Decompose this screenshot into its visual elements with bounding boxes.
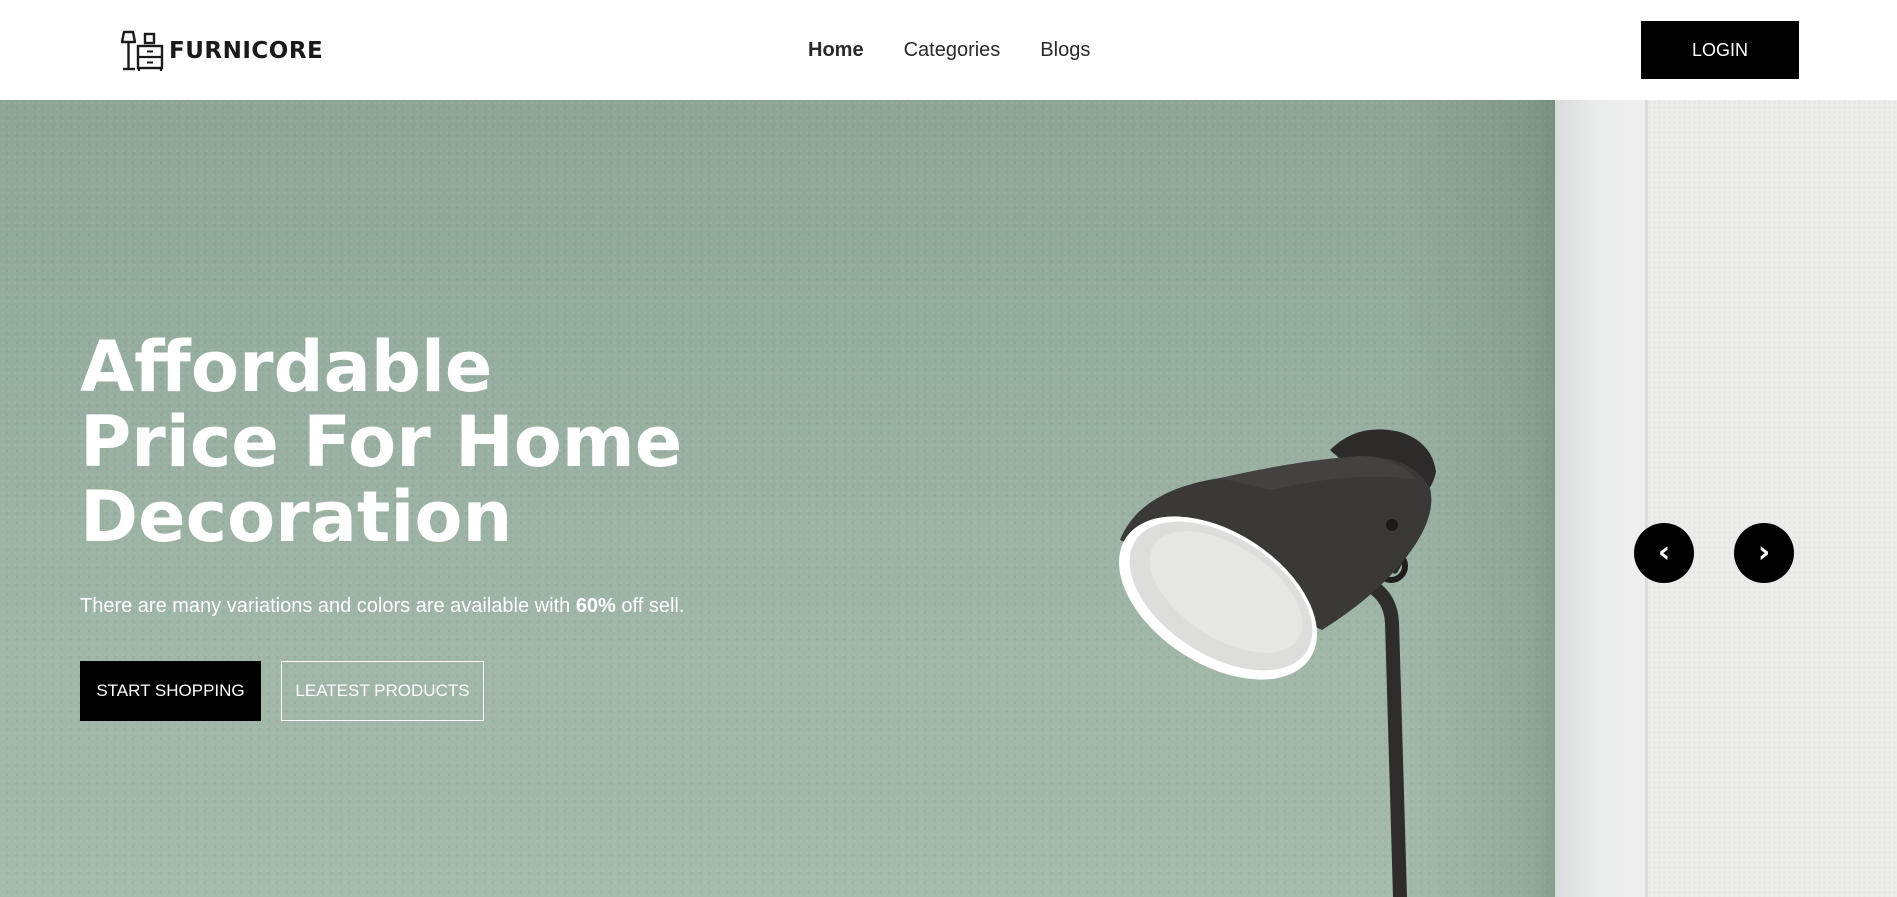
carousel-prev-button[interactable]: ‹ <box>1634 523 1694 583</box>
main-nav: Home Categories Blogs <box>808 39 1090 62</box>
login-button[interactable]: LOGIN <box>1641 21 1799 79</box>
hero-title-line-1: Affordable <box>80 326 493 408</box>
brand-name: FURNICORE <box>169 38 324 64</box>
hero-subtitle-text: There are many variations and colors are… <box>80 595 576 617</box>
hero-subtitle-tail: off sell. <box>615 595 685 617</box>
floor-lamp-image <box>1118 429 1436 897</box>
latest-products-button[interactable]: LEATEST PRODUCTS <box>281 661 484 721</box>
door-panel <box>1647 100 1897 897</box>
furniture-lamp-cabinet-icon <box>121 30 164 71</box>
hero-banner: Affordable Price For Home Decoration The… <box>0 100 1897 897</box>
nav-item-categories[interactable]: Categories <box>904 39 1001 62</box>
nav-item-blogs[interactable]: Blogs <box>1040 39 1090 62</box>
hero-title-line-2: Price For Home <box>80 401 683 483</box>
nav-item-home[interactable]: Home <box>808 39 864 62</box>
door-divider <box>1645 100 1648 897</box>
hero-subtitle: There are many variations and colors are… <box>80 595 684 618</box>
site-header: FURNICORE Home Categories Blogs LOGIN <box>0 0 1897 100</box>
discount-highlight: 60% <box>575 595 616 617</box>
start-shopping-button[interactable]: START SHOPPING <box>80 661 261 721</box>
hero-title: Affordable Price For Home Decoration <box>80 330 682 555</box>
door-frame <box>1555 100 1647 897</box>
carousel-next-button[interactable]: › <box>1734 523 1794 583</box>
hero-title-line-3: Decoration <box>80 476 513 558</box>
brand-logo[interactable]: FURNICORE <box>121 30 323 72</box>
